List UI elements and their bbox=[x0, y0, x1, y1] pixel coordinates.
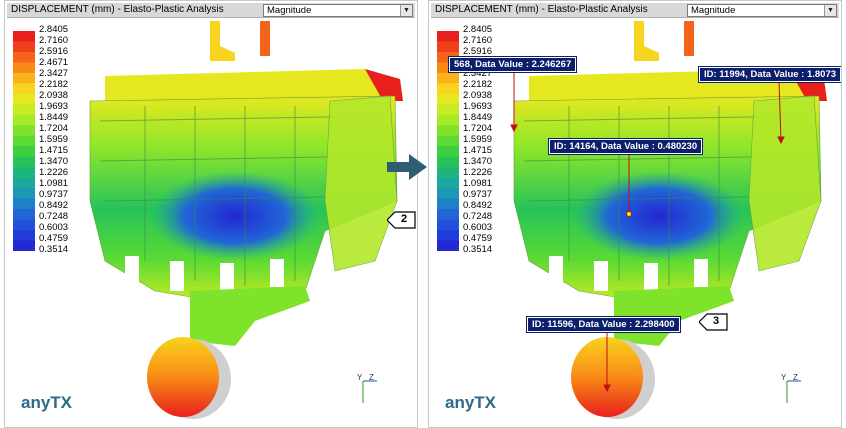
right-viewport[interactable]: DISPLACEMENT (mm) - Elasto-Plastic Analy… bbox=[428, 0, 842, 428]
probe-callout-3[interactable]: ID: 14164, Data Value : 0.480230 bbox=[547, 138, 704, 155]
left-step-marker: 2 bbox=[386, 211, 417, 229]
transition-arrow-icon bbox=[387, 154, 427, 180]
right-axis-z-label: Z bbox=[793, 373, 798, 382]
right-step-marker: 3 bbox=[698, 313, 731, 331]
left-engine-model-view[interactable] bbox=[5, 1, 418, 428]
probe-callout-4[interactable]: ID: 11596, Data Value : 2.298400 bbox=[526, 316, 681, 333]
right-brand-logo: anyTX bbox=[445, 393, 497, 412]
left-axis-triad: Z Y bbox=[357, 373, 381, 407]
left-brand-logo: anyTX bbox=[21, 393, 73, 412]
left-axis-z-label: Z bbox=[369, 373, 374, 382]
right-axis-triad: Z Y bbox=[781, 373, 805, 407]
right-axis-y-label: Y bbox=[781, 373, 787, 382]
left-step-number: 2 bbox=[401, 213, 408, 225]
probe-callout-2[interactable]: ID: 11994, Data Value : 1.8073 bbox=[697, 66, 841, 83]
left-axis-y-label: Y bbox=[357, 373, 363, 382]
left-viewport[interactable]: DISPLACEMENT (mm) - Elasto-Plastic Analy… bbox=[4, 0, 418, 428]
probe-callout-1[interactable]: 568, Data Value : 2.246267 bbox=[447, 56, 578, 73]
right-step-number: 3 bbox=[713, 315, 720, 327]
